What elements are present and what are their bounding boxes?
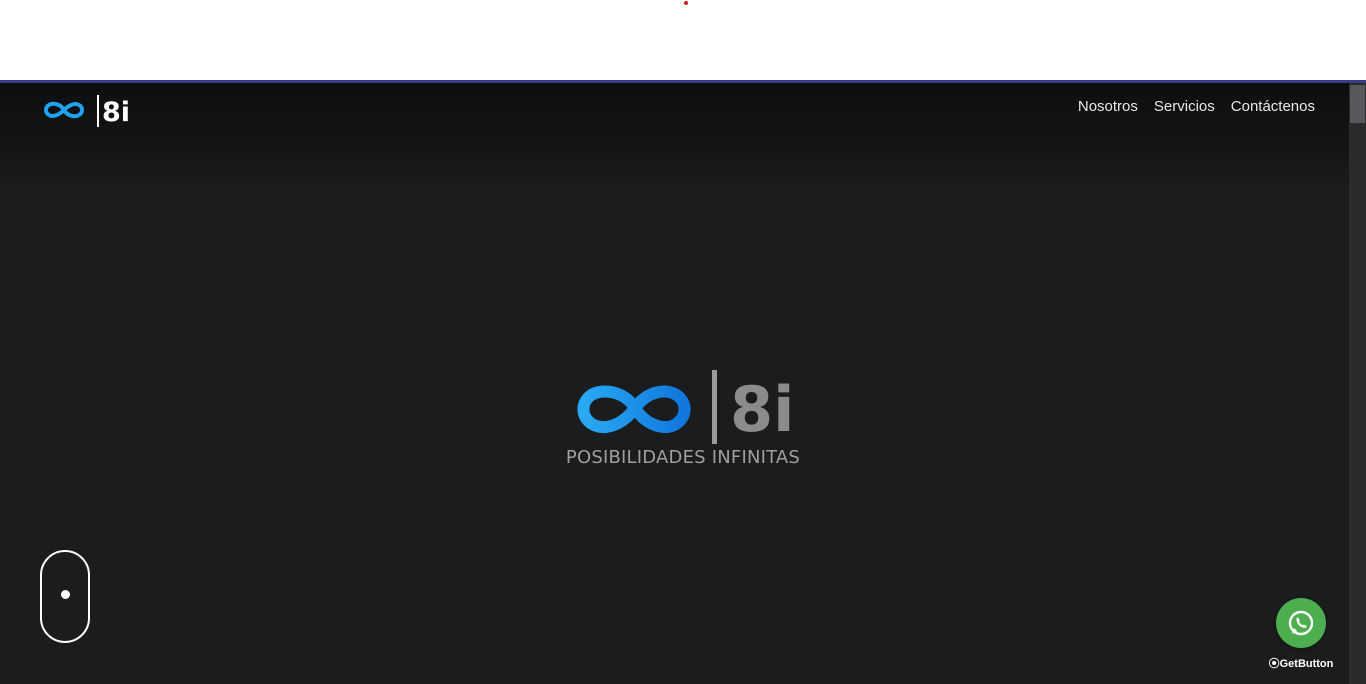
loading-dot	[684, 1, 688, 5]
whatsapp-icon	[1288, 610, 1314, 636]
mouse-scroll-icon[interactable]	[40, 550, 90, 643]
main-nav: Nosotros Servicios Contáctenos	[1078, 98, 1315, 115]
infinity-logo-large-icon: 8i	[577, 370, 794, 446]
hero-logo-text: 8i	[730, 373, 794, 444]
tagline: POSIBILIDADES INFINITAS	[565, 447, 801, 468]
getbutton-brand-icon: ⦿	[1268, 658, 1280, 670]
getbutton-label[interactable]: ⦿GetButton	[1264, 655, 1338, 671]
getbutton-text: GetButton	[1279, 658, 1334, 670]
nav-contactenos[interactable]: Contáctenos	[1231, 98, 1315, 115]
mouse-scroll-wheel	[61, 590, 70, 599]
nav-nosotros[interactable]: Nosotros	[1078, 98, 1138, 115]
hero-section: 8i Nosotros Servicios Contáctenos 8i POS…	[0, 83, 1349, 684]
top-blank-area	[0, 0, 1366, 80]
whatsapp-button[interactable]	[1276, 598, 1326, 648]
nav-servicios[interactable]: Servicios	[1154, 98, 1215, 115]
scrollbar[interactable]	[1349, 83, 1366, 684]
header-logo[interactable]: 8i	[38, 93, 138, 129]
scrollbar-thumb[interactable]	[1350, 85, 1365, 123]
header-logo-text: 8i	[102, 97, 130, 128]
hero-logo: 8i	[572, 368, 796, 446]
infinity-logo-icon: 8i	[44, 95, 130, 128]
